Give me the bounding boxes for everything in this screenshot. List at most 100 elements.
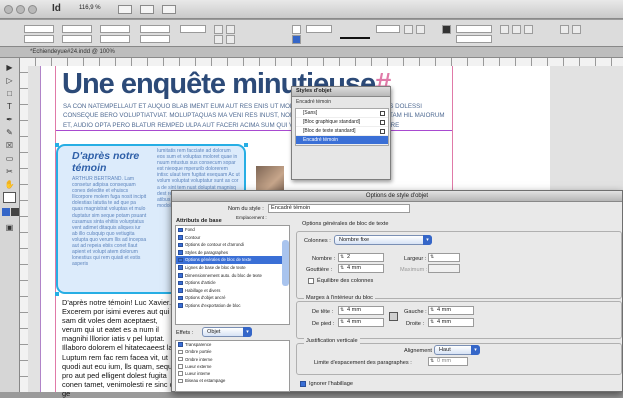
- frame-handle[interactable]: [244, 143, 248, 147]
- effect-checkbox[interactable]: [178, 364, 183, 369]
- x-position-field[interactable]: [24, 25, 54, 33]
- style-item-text[interactable]: [Bloc de texte standard]: [296, 127, 388, 136]
- align-right-icon[interactable]: [524, 25, 533, 34]
- gutter-field[interactable]: [456, 35, 492, 43]
- attribute-item[interactable]: Contour: [176, 234, 289, 242]
- width-field[interactable]: [62, 25, 92, 33]
- inset-left-input[interactable]: ⇅ 4 mm: [428, 306, 474, 315]
- attribute-item[interactable]: Options générales de bloc de texte: [176, 256, 289, 264]
- attribute-item[interactable]: Dimensionnement auto. du bloc de texte: [176, 272, 289, 280]
- select-container-icon[interactable]: [214, 35, 223, 44]
- direct-selection-icon[interactable]: ▷: [3, 75, 16, 86]
- close-window-button[interactable]: [4, 5, 13, 14]
- stepper-icon[interactable]: ⇅: [340, 319, 344, 326]
- attribute-item[interactable]: Options d'article: [176, 279, 289, 287]
- align-left-icon[interactable]: [500, 25, 509, 34]
- paragraph-spacing-limit-input[interactable]: ⇅ 0 mm: [428, 357, 468, 366]
- scale-x-field[interactable]: [100, 25, 130, 33]
- attribute-checkbox[interactable]: [178, 288, 183, 293]
- attribute-checkbox[interactable]: [178, 273, 183, 278]
- link-icon[interactable]: [389, 312, 398, 321]
- stroke-icon[interactable]: [2, 208, 10, 216]
- rotation-field[interactable]: [140, 25, 170, 33]
- attribute-item[interactable]: Options de contour et d'arrondi: [176, 241, 289, 249]
- frame-handle[interactable]: [55, 143, 59, 147]
- zoom-window-button[interactable]: [28, 5, 37, 14]
- horizontal-ruler[interactable]: [20, 58, 623, 66]
- effect-checkbox[interactable]: [178, 349, 183, 355]
- view-mode-icon[interactable]: [118, 5, 132, 14]
- inset-right-input[interactable]: ⇅ 4 mm: [428, 318, 474, 327]
- attribute-item[interactable]: Fond: [176, 226, 289, 234]
- attribute-checkbox[interactable]: [178, 265, 183, 270]
- attribute-checkbox[interactable]: [178, 227, 183, 232]
- panel-header[interactable]: Styles d'objet: [292, 87, 390, 97]
- flip-icon[interactable]: [226, 25, 235, 34]
- column-width-input[interactable]: ⇅: [428, 253, 460, 262]
- scale-y-field[interactable]: [100, 35, 130, 43]
- stepper-icon[interactable]: ⇅: [340, 265, 344, 272]
- effect-checkbox[interactable]: [178, 371, 183, 376]
- page-tool-icon[interactable]: □: [3, 88, 16, 99]
- column-width-field[interactable]: [456, 25, 492, 33]
- vertical-ruler[interactable]: [20, 66, 28, 392]
- stroke-type-preview[interactable]: [340, 37, 370, 39]
- zoom-level[interactable]: 116,9 %: [79, 5, 101, 11]
- attribute-checkbox[interactable]: [178, 250, 183, 255]
- effect-item[interactable]: Transparence: [176, 341, 289, 348]
- stepper-icon[interactable]: ⇅: [430, 358, 434, 365]
- frame-tool-icon[interactable]: ☒: [3, 140, 16, 151]
- hand-tool-icon[interactable]: ✋: [3, 179, 16, 190]
- y-position-field[interactable]: [24, 35, 54, 43]
- scissors-tool-icon[interactable]: ✂: [3, 166, 16, 177]
- fill-icon[interactable]: [3, 192, 16, 203]
- attribute-item[interactable]: Options d'objet ancré: [176, 294, 289, 302]
- attribute-item[interactable]: Options d'exportation de bloc: [176, 302, 289, 310]
- balance-columns-checkbox[interactable]: [308, 278, 314, 284]
- shear-field[interactable]: [140, 35, 170, 43]
- pencil-tool-icon[interactable]: ✎: [3, 127, 16, 138]
- attributes-scrollbar[interactable]: [282, 240, 289, 286]
- screen-mode-icon[interactable]: [140, 5, 154, 14]
- inset-top-input[interactable]: ⇅ 4 mm: [338, 306, 384, 315]
- attribute-checkbox[interactable]: [178, 235, 183, 240]
- style-name-input[interactable]: Encadré témoin: [268, 204, 410, 213]
- document-tab[interactable]: *Echiendeyue#24.indd @ 100%: [30, 49, 115, 55]
- effects-select[interactable]: Objet ▾: [202, 327, 252, 337]
- attribute-item[interactable]: Styles de paragraphes: [176, 249, 289, 257]
- attribute-checkbox[interactable]: [178, 257, 183, 263]
- attribute-checkbox[interactable]: [178, 303, 183, 308]
- stroke-swatch[interactable]: [292, 35, 301, 44]
- stepper-icon[interactable]: ⇅: [430, 254, 434, 261]
- effect-item[interactable]: Lueur interne: [176, 370, 289, 377]
- ignore-wrap-checkbox[interactable]: [300, 381, 306, 387]
- effects-icon[interactable]: [416, 25, 425, 34]
- effect-checkbox[interactable]: [178, 356, 183, 362]
- inset-bottom-input[interactable]: ⇅ 4 mm: [338, 318, 384, 327]
- align-top-icon[interactable]: [572, 25, 581, 34]
- select-content-icon[interactable]: [226, 35, 235, 44]
- stepper-icon[interactable]: ⇅: [430, 319, 434, 326]
- selection-tool-icon[interactable]: ▶: [3, 62, 16, 73]
- pen-tool-icon[interactable]: ✒: [3, 114, 16, 125]
- fill-swatch[interactable]: [292, 25, 301, 34]
- style-item-none[interactable]: [Sans]: [296, 109, 388, 118]
- attribute-item[interactable]: Habillage et divers: [176, 287, 289, 295]
- attribute-checkbox[interactable]: [178, 280, 183, 286]
- minimize-window-button[interactable]: [16, 5, 25, 14]
- height-field[interactable]: [62, 35, 92, 43]
- text-wrap-icon[interactable]: [442, 25, 451, 34]
- style-item-graphic[interactable]: [Bloc graphique standard]: [296, 118, 388, 127]
- style-item-selected[interactable]: Encadré témoin: [296, 136, 388, 145]
- arrange-documents-icon[interactable]: [162, 5, 176, 14]
- attribute-checkbox[interactable]: [178, 295, 183, 301]
- angle-field[interactable]: [180, 25, 206, 33]
- attribute-item[interactable]: Lignes de base de bloc de texte: [176, 264, 289, 272]
- type-tool-icon[interactable]: T: [3, 101, 16, 112]
- alignment-select[interactable]: Haut ▾: [434, 345, 480, 355]
- maximum-input[interactable]: [428, 264, 460, 273]
- rotate-icon[interactable]: [214, 25, 223, 34]
- view-mode-normal-icon[interactable]: ▣: [3, 222, 16, 233]
- frame-handle[interactable]: [55, 292, 59, 296]
- drop-shadow-icon[interactable]: [404, 25, 413, 34]
